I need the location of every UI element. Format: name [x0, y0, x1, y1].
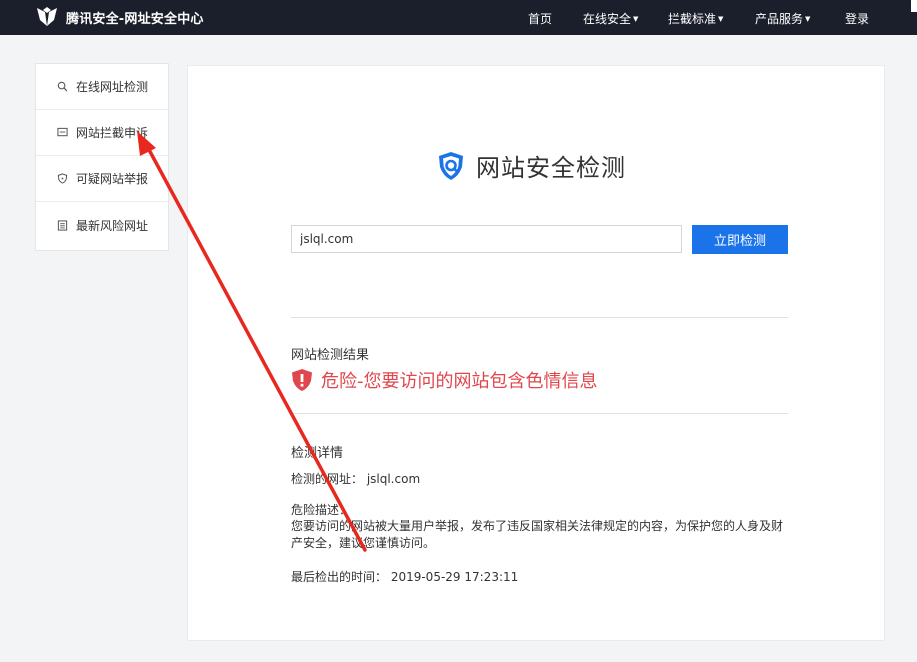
brand[interactable]: 腾讯安全-网址安全中心 — [34, 2, 204, 32]
nav-products[interactable]: 产品服务 ▼ — [755, 10, 810, 27]
danger-shield-icon — [292, 369, 312, 391]
brand-name: 腾讯安全-网址安全中心 — [66, 11, 204, 27]
nav-block-standard[interactable]: 拦截标准 ▼ — [668, 10, 723, 27]
divider — [291, 413, 788, 414]
sidebar: 在线网址检测 网站拦截申诉 可疑网站举报 最新风险网址 — [35, 63, 169, 251]
sidebar-item-label: 最新风险网址 — [76, 218, 149, 233]
main-panel: 网站安全检测 立即检测 网站检测结果 危险-您要访问的网站包含色情信息 检测详情… — [187, 65, 885, 641]
sidebar-item-report[interactable]: 可疑网站举报 — [36, 156, 168, 202]
shield-icon — [57, 173, 68, 184]
divider — [291, 317, 788, 318]
sidebar-item-appeal[interactable]: 网站拦截申诉 — [36, 110, 168, 156]
nav-online-security[interactable]: 在线安全 ▼ — [583, 10, 638, 27]
last-checked-time: 最后检出的时间： 2019-05-29 17:23:11 — [291, 570, 519, 584]
sidebar-item-label: 在线网址检测 — [76, 80, 149, 94]
security-check-logo-icon — [439, 151, 463, 180]
message-icon — [57, 127, 68, 137]
risk-description-label: 危险描述： — [291, 503, 352, 517]
sidebar-item-online-check[interactable]: 在线网址检测 — [36, 64, 168, 110]
result-heading: 网站检测结果 — [291, 348, 370, 363]
check-now-button[interactable]: 立即检测 — [692, 225, 788, 254]
sidebar-item-label: 可疑网站举报 — [76, 172, 149, 186]
search-icon — [57, 81, 68, 92]
list-icon — [57, 219, 68, 231]
sidebar-item-latest-risk[interactable]: 最新风险网址 — [36, 202, 168, 248]
danger-result: 危险-您要访问的网站包含色情信息 — [291, 367, 598, 393]
detail-heading: 检测详情 — [291, 446, 344, 461]
caret-down-icon: ▼ — [633, 15, 639, 23]
sidebar-item-label: 网站拦截申诉 — [76, 126, 149, 140]
danger-message: 危险-您要访问的网站包含色情信息 — [321, 371, 598, 392]
nav-home[interactable]: 首页 — [528, 10, 552, 27]
checked-url: 检测的网址： jslql.com — [291, 472, 421, 486]
tencent-security-logo-icon — [37, 7, 57, 26]
top-navbar: 腾讯安全-网址安全中心 首页 在线安全 ▼ 拦截标准 ▼ 产品服务 ▼ 登录 — [0, 0, 917, 35]
url-search-input[interactable] — [291, 225, 682, 253]
edge-fragment — [911, 0, 917, 12]
caret-down-icon: ▼ — [805, 15, 811, 23]
risk-description: 您要访问的网站被大量用户举报，发布了违反国家相关法律规定的内容，为保护您的人身及… — [291, 519, 784, 550]
nav-login[interactable]: 登录 — [845, 10, 869, 27]
page-title-text: 网站安全检测 — [476, 154, 626, 182]
page-title: 网站安全检测 — [434, 148, 626, 183]
caret-down-icon: ▼ — [718, 15, 724, 23]
